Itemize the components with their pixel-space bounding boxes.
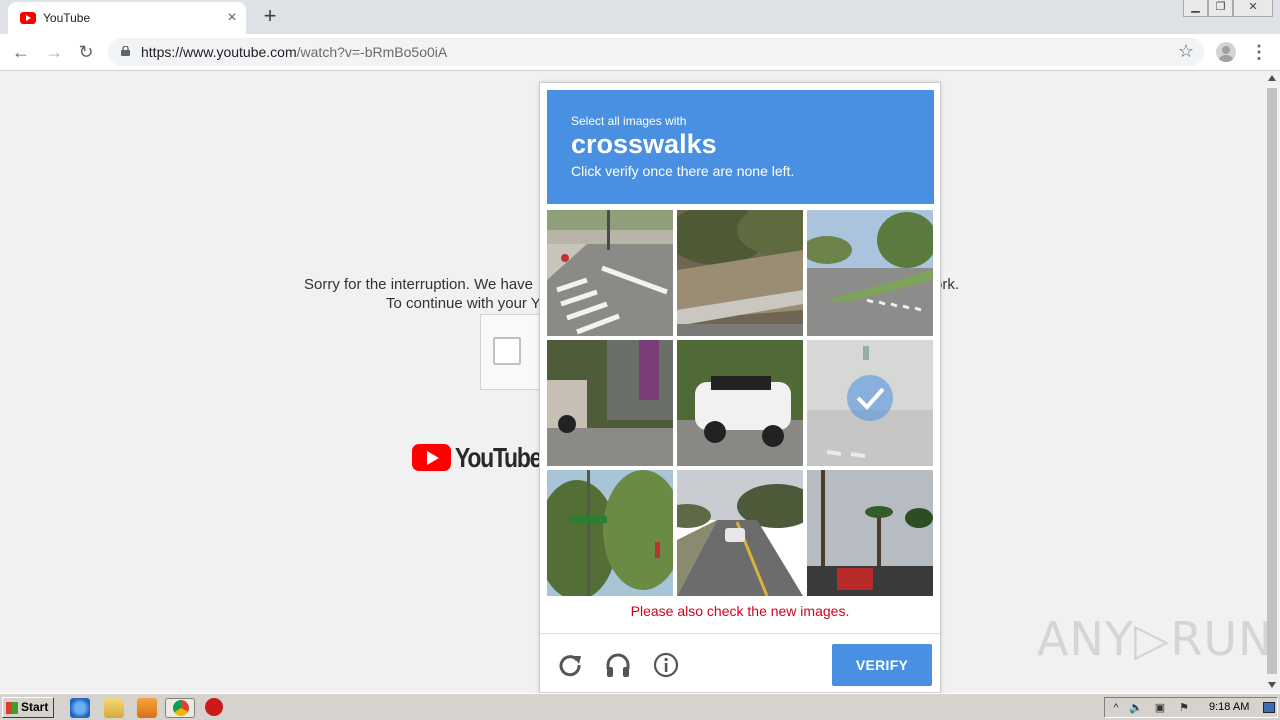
- captcha-image-grid: [547, 210, 934, 597]
- url-text: https://www.youtube.com/watch?v=-bRmBo5o…: [141, 44, 447, 60]
- opera-icon[interactable]: [205, 698, 223, 716]
- captcha-tile[interactable]: [807, 210, 933, 336]
- tab-close-icon[interactable]: ×: [222, 8, 242, 28]
- bookmark-star-icon[interactable]: ☆: [1178, 41, 1194, 62]
- forward-button[interactable]: →: [41, 39, 67, 65]
- recaptcha-widget: [480, 314, 542, 390]
- tray-expand-icon[interactable]: ^: [1109, 702, 1123, 714]
- url-host: https://www.youtube.com: [141, 44, 297, 60]
- chrome-icon: [173, 700, 189, 716]
- scroll-down-arrow-icon[interactable]: [1268, 682, 1276, 688]
- file-explorer-icon[interactable]: [104, 698, 124, 718]
- captcha-tile[interactable]: [547, 470, 673, 596]
- browser-tab[interactable]: YouTube ×: [8, 2, 246, 34]
- url-path: /watch?v=-bRmBo5o0iA: [296, 44, 448, 60]
- audio-headphones-icon[interactable]: [605, 652, 631, 678]
- prompt-instruction: Select all images with: [571, 114, 687, 128]
- tab-title: YouTube: [43, 11, 91, 25]
- captcha-tile[interactable]: [807, 470, 933, 596]
- page-scrollbar[interactable]: [1264, 72, 1280, 693]
- captcha-error-message: Please also check the new images.: [630, 603, 850, 619]
- scroll-up-arrow-icon[interactable]: [1268, 75, 1276, 81]
- reload-icon[interactable]: [557, 652, 583, 678]
- youtube-favicon-icon: [20, 12, 36, 24]
- prompt-target-object: crosswalks: [571, 129, 717, 159]
- youtube-play-logo-icon: [412, 444, 451, 471]
- close-window-button[interactable]: ✕: [1233, 0, 1273, 17]
- recaptcha-checkbox[interactable]: [493, 337, 521, 365]
- back-button[interactable]: ←: [8, 39, 34, 65]
- browser-toolbar: ← → ↻ https://www.youtube.com/watch?v=-b…: [0, 34, 1280, 71]
- start-button[interactable]: Start: [2, 697, 54, 718]
- interruption-message-line1: Sorry for the interruption. We have: [304, 276, 533, 293]
- address-bar[interactable]: https://www.youtube.com/watch?v=-bRmBo5o…: [108, 38, 1204, 66]
- captcha-tile[interactable]: [677, 340, 803, 466]
- captcha-footer: VERIFY: [540, 633, 940, 692]
- captcha-tile[interactable]: [677, 470, 803, 596]
- minimize-button[interactable]: ▁: [1183, 0, 1208, 17]
- browser-menu-icon[interactable]: ⋮: [1250, 41, 1268, 63]
- volume-icon[interactable]: 🔈: [1129, 702, 1143, 714]
- prompt-subtext: Click verify once there are none left.: [571, 163, 795, 179]
- system-tray: ^ 🔈 ▣ ⚑ 9:18 AM: [1104, 697, 1278, 718]
- action-center-flag-icon[interactable]: ⚑: [1177, 702, 1191, 714]
- restore-button[interactable]: ❐: [1208, 0, 1233, 17]
- captcha-tile-selected[interactable]: [807, 340, 933, 466]
- interruption-message-line2: To continue with your Y: [386, 295, 541, 312]
- captcha-challenge-dialog: Select all images with crosswalks Click …: [539, 82, 941, 693]
- media-player-icon[interactable]: [137, 698, 157, 718]
- profile-avatar-icon[interactable]: [1216, 42, 1236, 62]
- tab-strip: YouTube × + ▁ ❐ ✕: [0, 0, 1280, 34]
- verify-button[interactable]: VERIFY: [832, 644, 932, 686]
- youtube-logo-text: YouTube: [455, 442, 542, 473]
- internet-explorer-icon[interactable]: [70, 698, 90, 718]
- captcha-tile[interactable]: [547, 210, 673, 336]
- chrome-taskbar-button[interactable]: [165, 698, 195, 718]
- captcha-tile[interactable]: [547, 340, 673, 466]
- captcha-tile[interactable]: [677, 210, 803, 336]
- scroll-thumb[interactable]: [1267, 88, 1277, 674]
- network-icon[interactable]: ▣: [1153, 702, 1167, 714]
- anyrun-watermark: ANY▷RUN: [1037, 612, 1274, 666]
- info-icon[interactable]: [653, 652, 679, 678]
- new-tab-button[interactable]: +: [258, 5, 282, 29]
- lock-icon: [121, 46, 130, 56]
- reload-button[interactable]: ↻: [73, 39, 99, 65]
- captcha-prompt-header: Select all images with crosswalks Click …: [547, 90, 934, 204]
- show-desktop-icon[interactable]: [1263, 702, 1275, 713]
- windows-taskbar: Start ^ 🔈 ▣ ⚑ 9:18 AM: [0, 693, 1280, 720]
- taskbar-clock[interactable]: 9:18 AM: [1209, 701, 1249, 713]
